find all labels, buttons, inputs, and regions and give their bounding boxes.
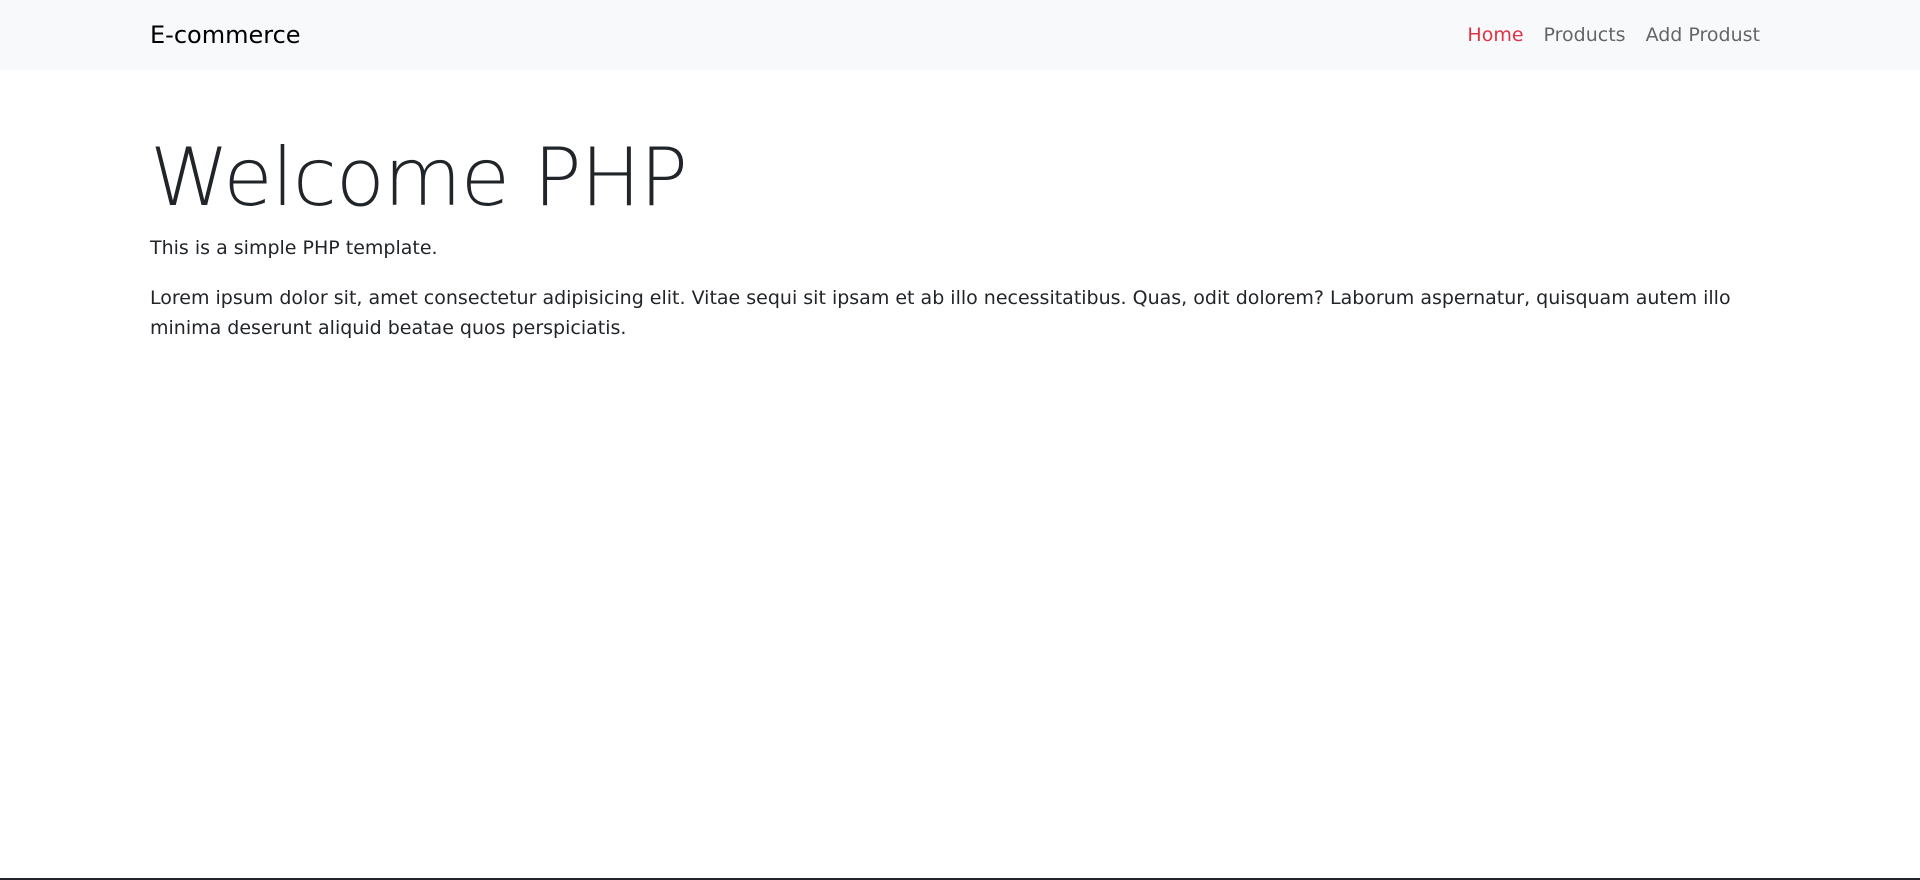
nav-link-home[interactable]: Home [1467, 24, 1523, 46]
lead-text: This is a simple PHP template. [150, 237, 438, 259]
nav-link-products[interactable]: Products [1544, 24, 1626, 46]
nav-link-add-product[interactable]: Add Produst [1646, 24, 1760, 46]
navbar: E-commerce Home Products Add Produst [0, 0, 1920, 70]
navbar-container: E-commerce Home Products Add Produst [150, 0, 1760, 70]
nav-links: Home Products Add Produst [1447, 24, 1760, 46]
body-paragraph: Lorem ipsum dolor sit, amet consectetur … [150, 286, 1731, 339]
main-content: Welcome PHP This is a simple PHP templat… [150, 130, 1760, 343]
page-title: Welcome PHP [150, 131, 688, 224]
brand-link[interactable]: E-commerce [150, 21, 301, 49]
